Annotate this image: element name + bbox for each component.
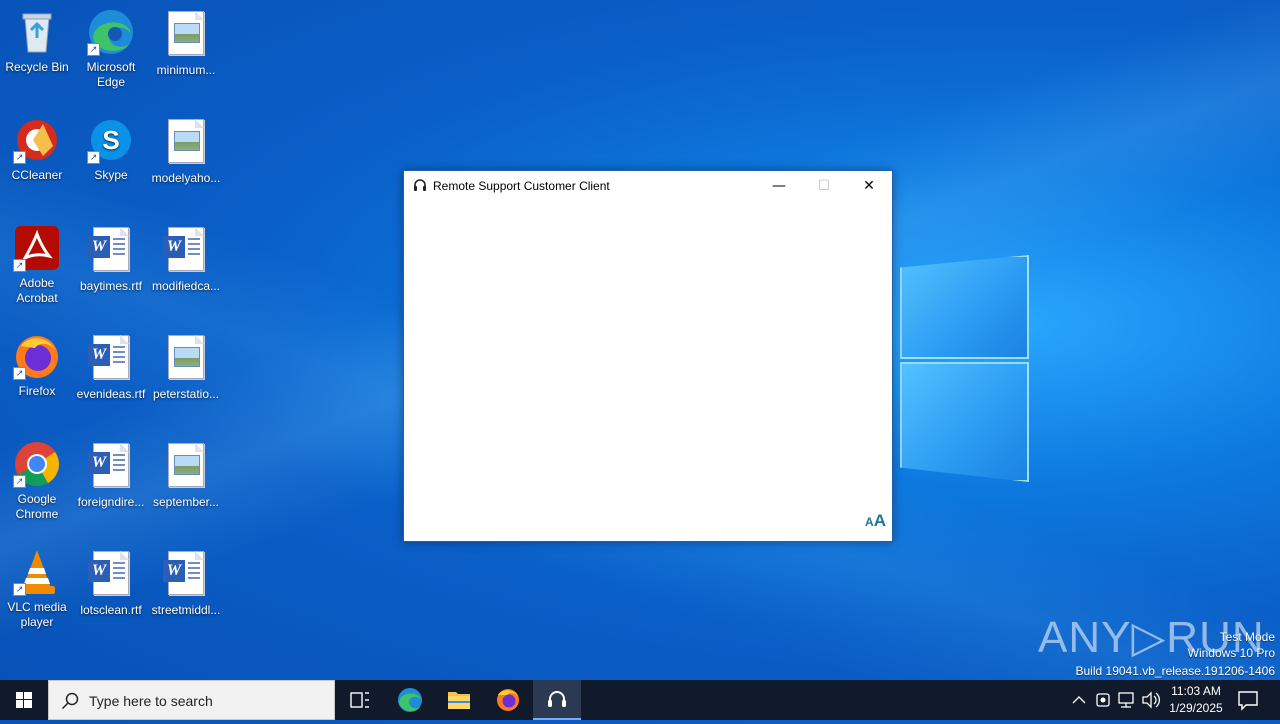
desktop-icon-google-chrome[interactable]: ↗ Google Chrome: [0, 440, 74, 522]
clock-date: 1/29/2025: [1169, 701, 1223, 715]
desktop-icon-label: lotsclean.rtf: [80, 603, 142, 617]
notification-icon: [1238, 691, 1258, 711]
task-view-button[interactable]: [336, 680, 384, 720]
chrome-icon: ↗: [13, 440, 61, 488]
desktop-icon-label: VLC media player: [7, 600, 67, 629]
build-text: Build 19041.vb_release.191206-1406: [1075, 664, 1276, 678]
desktop-icon-modelyaho[interactable]: modelyaho...: [149, 116, 223, 186]
desktop-icon-label: modelyaho...: [151, 171, 221, 185]
window-title: Remote Support Customer Client: [433, 179, 610, 193]
desktop-icon-firefox[interactable]: ↗ Firefox: [0, 332, 74, 399]
desktop-icon-label: Recycle Bin: [5, 60, 69, 74]
desktop-icon-minimum[interactable]: minimum...: [149, 8, 223, 78]
desktop-icon-microsoft-edge[interactable]: ↗ Microsoft Edge: [74, 8, 148, 90]
font-size-button[interactable]: AA: [865, 511, 886, 531]
desktop-icon-label: Microsoft Edge: [86, 60, 136, 89]
taskbar-clock[interactable]: 11:03 AM 1/29/2025: [1162, 683, 1230, 717]
search-icon: [61, 692, 79, 710]
edge-icon: [398, 688, 422, 712]
word-document-icon: W: [162, 551, 210, 599]
desktop-icon-september[interactable]: september...: [149, 440, 223, 510]
taskbar-firefox[interactable]: [484, 680, 532, 720]
taskbar-search-box[interactable]: Type here to search: [48, 680, 335, 720]
close-button[interactable]: ✕: [846, 171, 892, 201]
skype-icon: S ↗: [87, 116, 135, 164]
desktop-icon-modifiedca[interactable]: W modifiedca...: [149, 224, 223, 294]
headset-icon: [548, 691, 566, 707]
remote-support-window[interactable]: Remote Support Customer Client — ☐ ✕ AA: [403, 170, 893, 542]
word-document-icon: W: [87, 443, 135, 491]
desktop-icon-label: Skype: [94, 168, 128, 182]
tray-device-icon[interactable]: [1092, 680, 1114, 720]
font-size-icon-small: A: [865, 515, 874, 529]
volume-icon: [1142, 691, 1160, 709]
taskbar: Type here to search 11:03 AM 1/29/2025: [0, 680, 1280, 720]
tray-volume-icon[interactable]: [1139, 680, 1161, 720]
network-icon: [1118, 692, 1134, 708]
taskbar-edge[interactable]: [386, 680, 434, 720]
start-button[interactable]: [0, 680, 48, 720]
word-document-icon: W: [87, 335, 135, 383]
desktop-icon-vlc[interactable]: ↗ VLC media player: [0, 548, 74, 630]
chevron-up-icon: [1072, 696, 1086, 704]
desktop-icon-label: Adobe Acrobat: [16, 276, 58, 305]
task-view-icon: [350, 692, 369, 708]
show-hidden-icons-button[interactable]: [1068, 680, 1090, 720]
image-file-icon: [162, 11, 210, 59]
desktop-icon-peterstatio[interactable]: peterstatio...: [149, 332, 223, 402]
desktop-icon-streetmiddl[interactable]: W streetmiddl...: [149, 548, 223, 618]
desktop-icon-skype[interactable]: S ↗ Skype: [74, 116, 148, 183]
desktop-icon-label: streetmiddl...: [151, 603, 221, 617]
search-placeholder: Type here to search: [89, 693, 213, 709]
vlc-icon: ↗: [13, 548, 61, 596]
desktop-icon-label: Firefox: [18, 384, 56, 398]
image-file-icon: [162, 443, 210, 491]
word-document-icon: W: [162, 227, 210, 275]
image-file-icon: [162, 335, 210, 383]
desktop-icon-label: modifiedca...: [151, 279, 221, 293]
window-titlebar[interactable]: Remote Support Customer Client — ☐ ✕: [404, 171, 892, 201]
minimize-button[interactable]: —: [756, 171, 802, 201]
font-size-icon-large: A: [873, 511, 886, 530]
desktop-icon-adobe-acrobat[interactable]: ↗ Adobe Acrobat: [0, 224, 74, 306]
desktop-icon-label: baytimes.rtf: [79, 279, 142, 293]
firefox-icon: ↗: [13, 332, 61, 380]
desktop-icon-label: evenideas.rtf: [76, 387, 146, 401]
taskbar-file-explorer[interactable]: [435, 680, 483, 720]
image-file-icon: [162, 119, 210, 167]
acrobat-icon: ↗: [13, 224, 61, 272]
action-center-button[interactable]: [1232, 680, 1264, 720]
svg-text:S: S: [102, 125, 119, 155]
windows-start-icon: [16, 692, 32, 708]
desktop-icon-label: minimum...: [156, 63, 216, 77]
desktop-icon-lotsclean[interactable]: W lotsclean.rtf: [74, 548, 148, 618]
windows-edition-text: Windows 10 Pro: [1187, 646, 1275, 660]
desktop-icon-ccleaner[interactable]: ↗ CCleaner: [0, 116, 74, 183]
test-mode-text: Test Mode: [1219, 630, 1275, 644]
windows-logo-wallpaper: [895, 240, 1030, 482]
headset-icon: [414, 179, 426, 191]
word-document-icon: W: [87, 551, 135, 599]
firefox-icon: [497, 689, 519, 711]
device-icon: [1096, 693, 1110, 707]
desktop-icon-label: peterstatio...: [152, 387, 220, 401]
desktop-icon-foreigndire[interactable]: W foreigndire...: [74, 440, 148, 510]
word-document-icon: W: [87, 227, 135, 275]
maximize-button[interactable]: ☐: [801, 171, 847, 201]
desktop-icon-recycle-bin[interactable]: Recycle Bin: [0, 8, 74, 75]
folder-icon: [448, 692, 470, 709]
edge-icon: ↗: [87, 8, 135, 56]
desktop-icon-label: foreigndire...: [77, 495, 145, 509]
desktop-icon-label: Google Chrome: [15, 492, 59, 521]
desktop-icon-label: september...: [152, 495, 220, 509]
desktop-icon-baytimes[interactable]: W baytimes.rtf: [74, 224, 148, 294]
recycle-bin-icon: [13, 8, 61, 56]
taskbar-remote-support[interactable]: [533, 680, 581, 720]
clock-time: 11:03 AM: [1171, 684, 1221, 698]
ccleaner-icon: ↗: [13, 116, 61, 164]
desktop-icon-label: CCleaner: [11, 168, 63, 182]
tray-network-icon[interactable]: [1115, 680, 1137, 720]
desktop-icon-evenideas[interactable]: W evenideas.rtf: [74, 332, 148, 402]
